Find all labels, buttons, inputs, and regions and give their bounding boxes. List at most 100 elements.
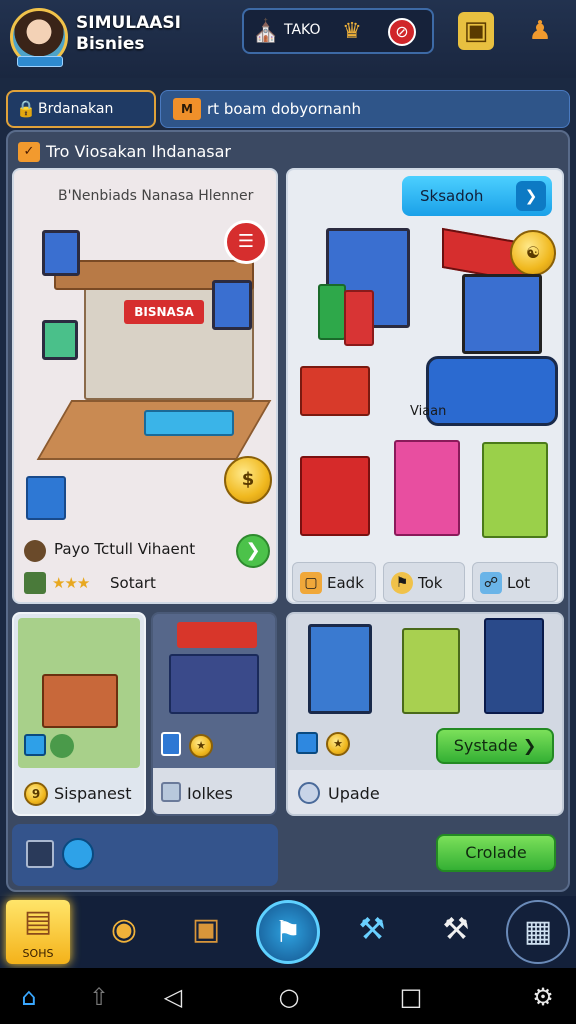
currency-panel[interactable]: ⛪ TAKO ♛ ⊘ bbox=[242, 8, 434, 54]
shop-card[interactable]: 9 Sispanest bbox=[12, 612, 146, 816]
store-caption: B'Nenbiads Nanasa Hlenner bbox=[58, 188, 254, 204]
row1-label: Payo Tctull Vihaent bbox=[54, 540, 196, 558]
lock-icon: 🔒 bbox=[16, 99, 36, 118]
clock-icon bbox=[298, 782, 320, 804]
stock-red-icon bbox=[344, 290, 374, 346]
red-cart-icon bbox=[300, 366, 370, 416]
crate-icon[interactable]: ▣ bbox=[174, 900, 238, 964]
store-card[interactable]: B'Nenbiads Nanasa Hlenner BISNASA ☰ $ Pa… bbox=[12, 168, 278, 604]
arrow-right-icon: ❯ bbox=[516, 181, 546, 211]
tab-left-label: Brdanakan bbox=[38, 101, 114, 117]
tablet-icon bbox=[161, 732, 181, 756]
monitor-screen bbox=[462, 274, 542, 354]
market-stall bbox=[42, 674, 118, 728]
home-icon[interactable]: ⌂ bbox=[12, 980, 46, 1014]
upgrade-card-label: Upade bbox=[328, 784, 380, 803]
chip-eadk-label: Eadk bbox=[327, 574, 364, 592]
top-bar: SIMULAASI Bisnies ⛪ TAKO ♛ ⊘ ▣ ♟ bbox=[0, 0, 576, 78]
gift-bag-icon[interactable]: ▣ bbox=[458, 12, 494, 50]
document-icon bbox=[296, 732, 318, 754]
upgrade-coin-icon: ★ bbox=[326, 732, 350, 756]
bottom-nav: ▤ SOHS ◉ ▣ ⚑ ⚒ ⚒ ▦ bbox=[0, 896, 576, 968]
chip-lot[interactable]: ☍ Lot bbox=[472, 562, 558, 602]
currency-label: TAKO bbox=[284, 22, 321, 38]
systade-button[interactable]: Systade ❯ bbox=[436, 728, 554, 764]
nav-active-label: SOHS bbox=[22, 947, 54, 960]
tab-right-label: rt boam dobyornanh bbox=[207, 100, 361, 118]
back-icon[interactable]: ◁ bbox=[156, 980, 190, 1014]
cube-outline-icon bbox=[161, 782, 181, 802]
globe-icon[interactable] bbox=[62, 838, 94, 870]
price-tag-icon[interactable]: ☯ bbox=[510, 230, 556, 276]
phone-icon: ☍ bbox=[480, 572, 502, 594]
vendor-label: Viaan bbox=[410, 404, 447, 419]
trophy-icon[interactable]: ♛ bbox=[338, 18, 366, 46]
store-sign: BISNASA bbox=[124, 300, 204, 324]
kiosk-sign bbox=[177, 622, 257, 648]
kiosk-table bbox=[169, 654, 259, 714]
folder-icon[interactable] bbox=[26, 840, 54, 868]
vendor-action-label: Sksadoh bbox=[420, 187, 484, 205]
newspaper-icon: ▤ bbox=[23, 904, 53, 939]
food-cart bbox=[300, 456, 370, 536]
kiosk-card-label: Iolkes bbox=[187, 784, 233, 803]
upload-icon[interactable]: ⇧ bbox=[82, 980, 116, 1014]
app-title: SIMULAASI Bisnies bbox=[76, 13, 182, 54]
menu-board-icon[interactable]: ☰ bbox=[224, 220, 268, 264]
chip-tok-label: Tok bbox=[418, 574, 443, 592]
box-icon: ▢ bbox=[300, 572, 322, 594]
row1-go-button[interactable]: ❯ bbox=[236, 534, 270, 568]
map-icon[interactable]: ⚑ bbox=[256, 900, 320, 964]
shop-card-label: Sispanest bbox=[54, 784, 132, 803]
welcome-mat bbox=[144, 410, 234, 436]
nav-newspaper[interactable]: ▤ SOHS bbox=[6, 900, 70, 964]
kiosk-coin-icon: ★ bbox=[189, 734, 213, 758]
crolade-button[interactable]: Crolade bbox=[436, 834, 556, 872]
upgrade-card[interactable]: ★ Systade ❯ Upade bbox=[286, 612, 564, 816]
tab-left[interactable]: 🔒 Brdanakan bbox=[6, 90, 156, 128]
coin-bag-icon[interactable]: ◉ bbox=[92, 900, 156, 964]
cube-icon bbox=[24, 572, 46, 594]
snack-machine bbox=[402, 628, 460, 714]
avatar-nameplate bbox=[17, 56, 63, 67]
sprout-icon bbox=[24, 540, 46, 562]
panel-title: Tro Viosakan Ihdanasar bbox=[46, 142, 231, 161]
chip-tok[interactable]: ⚑ Tok bbox=[383, 562, 465, 602]
panel-header: ✓ Tro Viosakan Ihdanasar bbox=[14, 138, 562, 166]
vending-machine bbox=[394, 440, 460, 536]
produce-stand bbox=[482, 442, 548, 538]
circle-icon[interactable]: ○ bbox=[272, 980, 306, 1014]
square-icon[interactable]: □ bbox=[394, 980, 428, 1014]
cow-icon bbox=[50, 734, 74, 758]
vendor-action-button[interactable]: Sksadoh ❯ bbox=[402, 176, 552, 216]
ad-screen-right bbox=[212, 280, 252, 330]
cash-register-icon bbox=[26, 476, 66, 520]
shop-icon[interactable]: ⛪ bbox=[252, 18, 280, 46]
row2-label: Sotart bbox=[110, 574, 156, 592]
avatar[interactable] bbox=[10, 8, 68, 67]
no-ads-icon[interactable]: ⊘ bbox=[388, 18, 416, 46]
chip-lot-label: Lot bbox=[507, 574, 531, 592]
ad-screen-left bbox=[42, 230, 80, 276]
ad-screen-lower bbox=[42, 320, 78, 360]
panel-header-icon: ✓ bbox=[18, 142, 40, 162]
tools-icon[interactable]: ⚒ bbox=[340, 900, 404, 964]
stock-green-icon bbox=[318, 284, 346, 340]
hammer-icon[interactable]: ⚒ bbox=[424, 900, 488, 964]
rating-stars: ★★★ bbox=[52, 574, 90, 592]
tab-badge-icon: M bbox=[173, 98, 201, 120]
systade-label: Systade bbox=[453, 736, 518, 755]
tab-right[interactable]: M rt boam dobyornanh bbox=[160, 90, 570, 128]
system-nav-bar: ⌂ ⇧ ◁ ○ □ ⚙ bbox=[0, 968, 576, 1024]
kiosk-card[interactable]: ★ Iolkes bbox=[151, 612, 277, 816]
cube-icon[interactable]: ▦ bbox=[506, 900, 570, 964]
quick-actions-bar bbox=[12, 824, 278, 886]
info-icon[interactable] bbox=[24, 734, 46, 756]
level-coin-icon: 9 bbox=[24, 782, 48, 806]
joystick-icon[interactable]: ♟ bbox=[522, 12, 558, 50]
coin-icon[interactable]: $ bbox=[224, 456, 272, 504]
chip-eadk[interactable]: ▢ Eadk bbox=[292, 562, 376, 602]
shield-icon: ⚑ bbox=[391, 572, 413, 594]
settings-icon[interactable]: ⚙ bbox=[526, 980, 560, 1014]
drink-fridge bbox=[484, 618, 544, 714]
